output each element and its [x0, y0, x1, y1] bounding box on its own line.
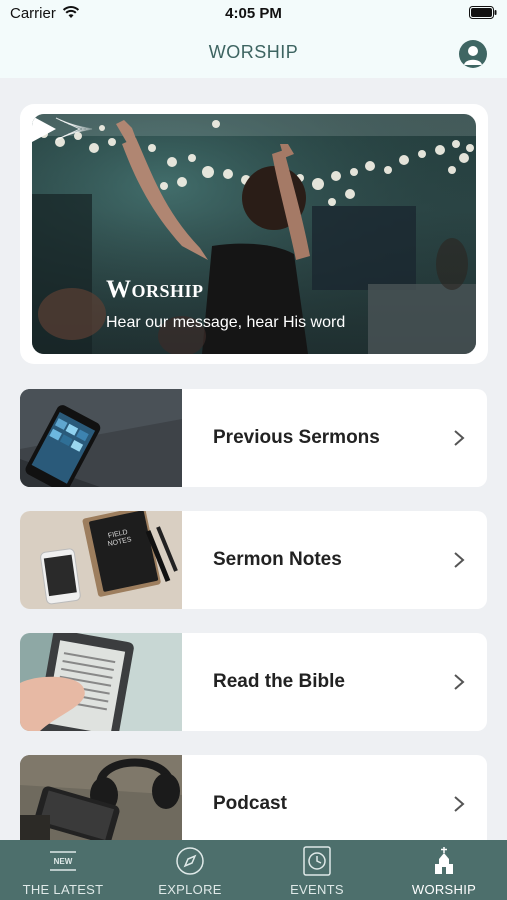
battery-icon	[469, 6, 497, 19]
status-bar: Carrier 4:05 PM	[0, 0, 507, 28]
content-area: Worship Hear our message, hear His word	[0, 78, 507, 840]
menu-item-read-the-bible[interactable]: Read the Bible	[20, 633, 487, 731]
hero-title: Worship	[106, 276, 204, 303]
menu-item-podcast[interactable]: Podcast	[20, 755, 487, 840]
tab-label: THE LATEST	[22, 882, 104, 897]
chevron-right-icon	[454, 430, 465, 446]
tab-worship[interactable]: WORSHIP	[381, 840, 507, 900]
menu-item-label: Podcast	[213, 793, 287, 814]
profile-icon[interactable]	[459, 40, 487, 68]
hero-image: Worship Hear our message, hear His word	[32, 114, 476, 354]
chevron-right-icon	[454, 552, 465, 568]
tab-label: EVENTS	[290, 882, 344, 897]
menu-item-previous-sermons[interactable]: Previous Sermons	[20, 389, 487, 487]
notebook-and-phone-photo: FIELD NOTES	[20, 511, 182, 609]
phone-on-slate-photo	[20, 389, 182, 487]
status-time: 4:05 PM	[225, 5, 282, 22]
tab-label: WORSHIP	[411, 882, 477, 897]
new-badge-icon: NEW	[50, 851, 76, 871]
svg-text:NEW: NEW	[54, 857, 73, 866]
app-header: WORSHIP	[0, 28, 507, 78]
play-icon[interactable]	[32, 114, 94, 144]
clock-icon	[303, 846, 331, 876]
hero-subtitle: Hear our message, hear His word	[106, 314, 346, 331]
compass-icon	[176, 847, 204, 875]
tab-bar: NEW THE LATEST EXPLORE EVENTS WORSHIP	[0, 840, 507, 900]
menu-item-label: Previous Sermons	[213, 427, 380, 448]
tab-events[interactable]: EVENTS	[254, 840, 380, 900]
chevron-right-icon	[454, 796, 465, 812]
menu-item-sermon-notes[interactable]: FIELD NOTES Sermon Notes	[20, 511, 487, 609]
tab-the-latest[interactable]: NEW THE LATEST	[0, 840, 126, 900]
headphones-and-phone-photo	[20, 755, 182, 840]
page-title: WORSHIP	[208, 42, 299, 62]
church-icon	[435, 847, 453, 874]
tab-explore[interactable]: EXPLORE	[127, 840, 253, 900]
chevron-right-icon	[454, 674, 465, 690]
tab-label: EXPLORE	[158, 882, 222, 897]
ereader-photo	[20, 633, 182, 731]
hero-card[interactable]: Worship Hear our message, hear His word	[20, 104, 488, 364]
menu-item-label: Sermon Notes	[213, 549, 342, 570]
menu-item-label: Read the Bible	[213, 671, 345, 692]
